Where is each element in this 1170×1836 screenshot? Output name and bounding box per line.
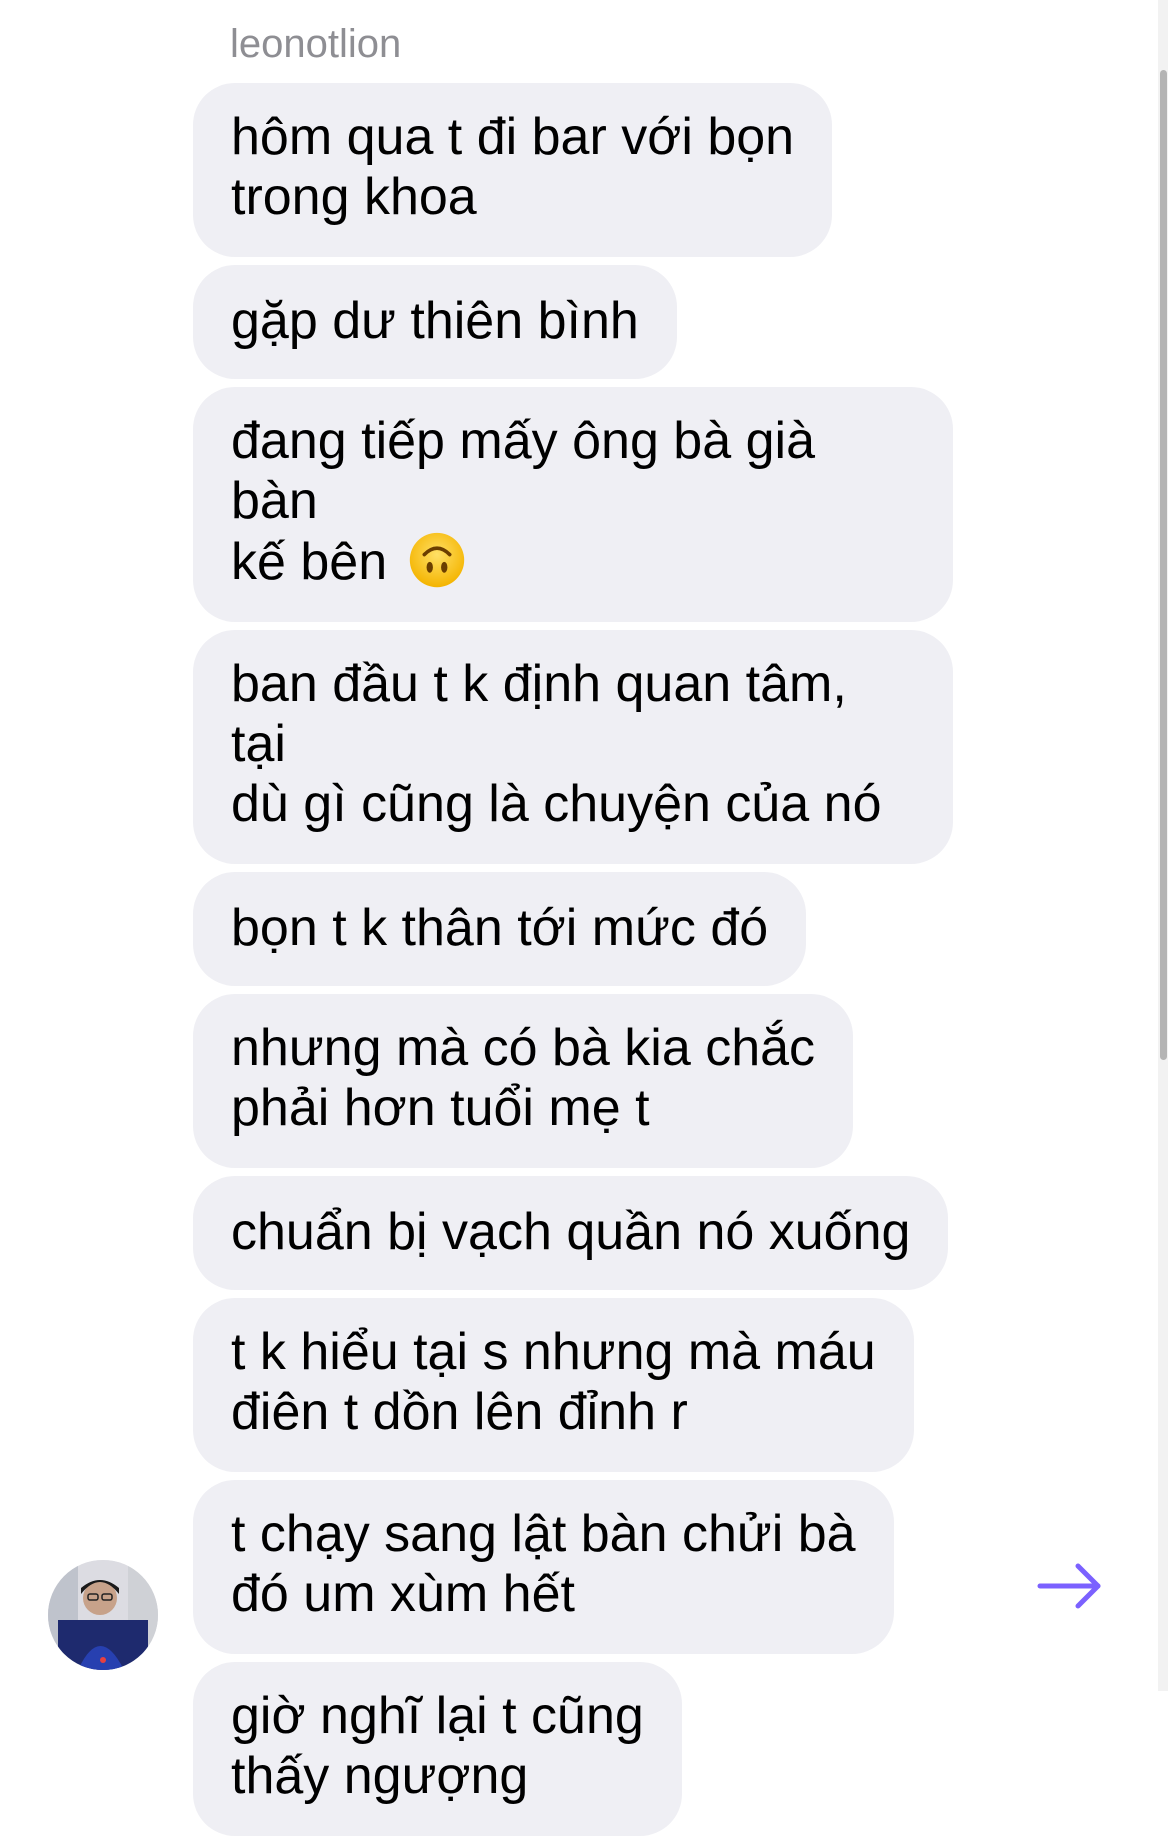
message-line: dù gì cũng là chuyện của nó xyxy=(231,775,882,833)
message-line: hôm qua t đi bar với bọn xyxy=(231,108,795,166)
avatar-image xyxy=(48,1560,158,1670)
message-line: kế bên xyxy=(231,533,388,591)
message-line: đang tiếp mấy ông bà già bàn xyxy=(231,412,815,530)
message-line: t k hiểu tại s nhưng mà máu xyxy=(231,1323,876,1381)
avatar[interactable] xyxy=(48,1560,158,1670)
message-line: nhưng mà có bà kia chắc xyxy=(231,1019,816,1077)
message-line: thấy ngượng xyxy=(231,1747,529,1805)
message-bubble[interactable]: gặp dư thiên bình xyxy=(193,265,677,379)
message-bubble[interactable]: t k hiểu tại s nhưng mà máu điên t dồn l… xyxy=(193,1298,914,1472)
message-line: giờ nghĩ lại t cũng xyxy=(231,1687,644,1745)
message-line: bọn t k thân tới mức đó xyxy=(231,899,769,957)
message-thread: hôm qua t đi bar với bọn trong khoa gặp … xyxy=(193,83,1013,1836)
message-line: trong khoa xyxy=(231,168,477,226)
scrollbar-thumb[interactable] xyxy=(1160,70,1167,1060)
message-bubble[interactable]: hôm qua t đi bar với bọn trong khoa xyxy=(193,83,833,257)
upside-down-face-emoji xyxy=(409,532,464,588)
message-line-with-emoji: kế bên xyxy=(231,531,915,592)
message-bubble[interactable]: t chạy sang lật bàn chửi bà đó um xùm hế… xyxy=(193,1480,894,1654)
message-line: t chạy sang lật bàn chửi bà xyxy=(231,1505,856,1563)
message-bubble[interactable]: ban đầu t k định quan tâm, tại dù gì cũn… xyxy=(193,630,953,864)
message-line: đó um xùm hết xyxy=(231,1565,575,1623)
message-bubble[interactable]: nhưng mà có bà kia chắc phải hơn tuổi mẹ… xyxy=(193,994,854,1168)
message-line: ban đầu t k định quan tâm, tại xyxy=(231,655,847,773)
message-line: điên t dồn lên đỉnh r xyxy=(231,1383,688,1441)
message-bubble[interactable]: đang tiếp mấy ông bà già bàn kế bên xyxy=(193,387,953,622)
sender-name: leonotlion xyxy=(230,22,402,66)
message-line: chuẩn bị vạch quần nó xuống xyxy=(231,1203,911,1261)
message-bubble[interactable]: bọn t k thân tới mức đó xyxy=(193,872,807,986)
message-line: gặp dư thiên bình xyxy=(231,292,639,350)
message-line: phải hơn tuổi mẹ t xyxy=(231,1079,650,1137)
message-bubble[interactable]: chuẩn bị vạch quần nó xuống xyxy=(193,1176,949,1290)
arrow-right-icon[interactable] xyxy=(1036,1556,1106,1616)
message-bubble[interactable]: giờ nghĩ lại t cũng thấy ngượng xyxy=(193,1662,682,1836)
